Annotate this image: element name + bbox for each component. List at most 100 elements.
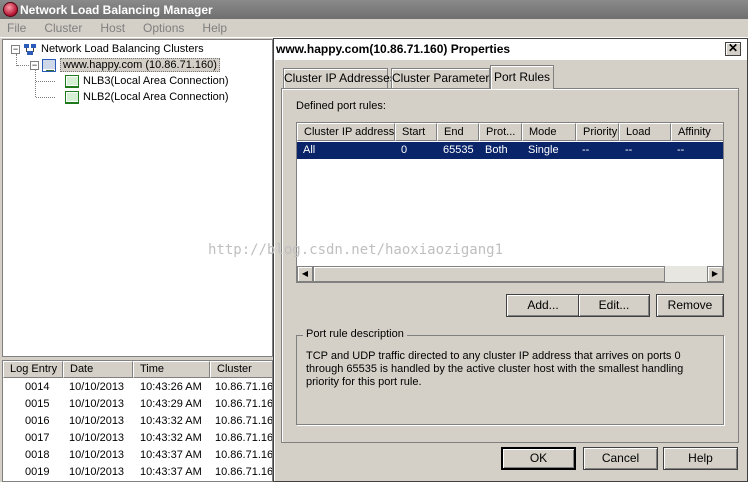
table-row-selected[interactable]: All 0 65535 Both Single -- -- -- [297, 142, 723, 159]
port-rule-description-group: Port rule description TCP and UDP traffi… [296, 328, 724, 425]
col-start[interactable]: Start [395, 123, 437, 141]
tree-item-label: www.happy.com (10.86.71.160) [60, 58, 220, 72]
log-list[interactable]: Log Entry Date Time Cluster 0014 10/10/2… [2, 360, 273, 482]
log-entry: 0019 [25, 466, 50, 478]
scrollbar-thumb[interactable] [313, 266, 665, 282]
log-entry: 0017 [25, 432, 50, 444]
description-text: TCP and UDP traffic directed to any clus… [306, 350, 684, 388]
log-row[interactable]: 0019 10/10/2013 10:43:37 AM 10.86.71.16 [3, 464, 273, 481]
log-date: 10/10/2013 [69, 398, 125, 410]
log-col-entry[interactable]: Log Entry [3, 361, 63, 378]
menu-options[interactable]: Options [140, 21, 187, 35]
log-entry: 0016 [25, 415, 50, 427]
log-row[interactable]: 0015 10/10/2013 10:43:29 AM 10.86.71.16 [3, 396, 273, 413]
collapse-icon[interactable]: − [11, 44, 20, 54]
app-title-bar: Network Load Balancing Manager [0, 0, 748, 19]
log-col-time[interactable]: Time [133, 361, 210, 378]
log-cluster: 10.86.71.16 [215, 398, 273, 410]
clusters-icon [23, 42, 37, 56]
app-title: Network Load Balancing Manager [20, 2, 213, 17]
edit-button[interactable]: Edit... [578, 294, 650, 317]
col-priority[interactable]: Priority [576, 123, 619, 141]
menu-host[interactable]: Host [97, 21, 128, 35]
close-icon[interactable]: ✕ [725, 42, 741, 56]
col-load[interactable]: Load [619, 123, 671, 141]
ok-button[interactable]: OK [501, 447, 576, 470]
tree-item-label: NLB2(Local Area Connection) [83, 91, 229, 103]
tree-connector [17, 65, 31, 66]
log-time: 10:43:26 AM [140, 381, 202, 393]
col-cluster-ip[interactable]: Cluster IP address [297, 123, 395, 141]
log-row[interactable]: 0016 10/10/2013 10:43:32 AM 10.86.71.16 [3, 413, 273, 430]
tree-item-label: Network Load Balancing Clusters [41, 43, 204, 55]
cell-load: -- [625, 144, 633, 156]
menu-file[interactable]: File [4, 21, 29, 35]
log-date: 10/10/2013 [69, 415, 125, 427]
cluster-icon [42, 58, 56, 72]
col-mode[interactable]: Mode [522, 123, 576, 141]
tab-cluster-ip-addresses[interactable]: Cluster IP Addresses [283, 68, 396, 88]
scroll-left-icon[interactable]: ◀ [297, 266, 313, 282]
menu-bar: File Cluster Host Options Help [0, 19, 748, 38]
log-row[interactable]: 0018 10/10/2013 10:43:37 AM 10.86.71.16 [3, 447, 273, 464]
log-col-date[interactable]: Date [63, 361, 133, 378]
log-date: 10/10/2013 [69, 381, 125, 393]
log-time: 10:43:37 AM [140, 466, 202, 478]
tree-connector [36, 97, 55, 98]
horizontal-scrollbar[interactable]: ◀ ▶ [297, 266, 723, 282]
cluster-tree[interactable]: − Network Load Balancing Clusters − www.… [2, 39, 273, 357]
log-cluster: 10.86.71.16 [215, 381, 273, 393]
col-affinity[interactable]: Affinity [671, 123, 723, 141]
menu-help[interactable]: Help [199, 21, 230, 35]
log-col-cluster[interactable]: Cluster [210, 361, 272, 378]
log-cluster: 10.86.71.16 [215, 415, 273, 427]
tree-item-host[interactable]: NLB3(Local Area Connection) [65, 73, 229, 89]
scroll-right-icon[interactable]: ▶ [707, 266, 723, 282]
tree-item-clusters-root[interactable]: − Network Load Balancing Clusters [11, 41, 204, 57]
tab-cluster-parameters[interactable]: Cluster Parameters [391, 68, 495, 88]
rules-header: Cluster IP address Start End Prot... Mod… [297, 123, 723, 141]
cell-end: 65535 [443, 144, 474, 156]
col-end[interactable]: End [437, 123, 479, 141]
tab-port-rules[interactable]: Port Rules [490, 65, 554, 89]
log-header: Log Entry Date Time Cluster [3, 361, 272, 378]
menu-cluster[interactable]: Cluster [41, 21, 85, 35]
cancel-button[interactable]: Cancel [583, 447, 658, 470]
log-entry: 0015 [25, 398, 50, 410]
cell-start: 0 [401, 144, 408, 156]
tree-item-cluster[interactable]: − www.happy.com (10.86.71.160) [30, 57, 220, 73]
cell-affinity: -- [677, 144, 685, 156]
log-time: 10:43:32 AM [140, 432, 202, 444]
log-time: 10:43:37 AM [140, 449, 202, 461]
log-entry: 0014 [25, 381, 50, 393]
properties-dialog: www.happy.com(10.86.71.160) Properties ✕… [273, 38, 748, 482]
log-row[interactable]: 0014 10/10/2013 10:43:26 AM 10.86.71.16 [3, 379, 273, 396]
log-entry: 0018 [25, 449, 50, 461]
collapse-icon[interactable]: − [30, 60, 39, 70]
log-cluster: 10.86.71.16 [215, 432, 273, 444]
log-time: 10:43:29 AM [140, 398, 202, 410]
log-date: 10/10/2013 [69, 432, 125, 444]
port-rules-table[interactable]: Cluster IP address Start End Prot... Mod… [296, 122, 724, 283]
tree-item-host[interactable]: NLB2(Local Area Connection) [65, 89, 229, 105]
log-date: 10/10/2013 [69, 449, 125, 461]
tree-connector [35, 70, 36, 97]
log-cluster: 10.86.71.16 [215, 449, 273, 461]
dialog-title: www.happy.com(10.86.71.160) Properties [274, 39, 747, 60]
description-legend: Port rule description [303, 328, 407, 340]
host-icon [65, 90, 79, 104]
remove-button[interactable]: Remove [656, 294, 724, 317]
nlb-app-icon [3, 2, 18, 17]
cell-priority: -- [582, 144, 590, 156]
col-protocol[interactable]: Prot... [479, 123, 522, 141]
add-button[interactable]: Add... [506, 294, 580, 317]
log-date: 10/10/2013 [69, 466, 125, 478]
cell-cluster-ip: All [303, 144, 316, 156]
defined-rules-label: Defined port rules: [296, 100, 386, 112]
log-time: 10:43:32 AM [140, 415, 202, 427]
watermark: http://blog.csdn.net/haoxiaozigang1 [208, 242, 504, 258]
help-button[interactable]: Help [663, 447, 738, 470]
log-cluster: 10.86.71.16 [215, 466, 273, 478]
tree-item-label: NLB3(Local Area Connection) [83, 75, 229, 87]
log-row[interactable]: 0017 10/10/2013 10:43:32 AM 10.86.71.16 [3, 430, 273, 447]
